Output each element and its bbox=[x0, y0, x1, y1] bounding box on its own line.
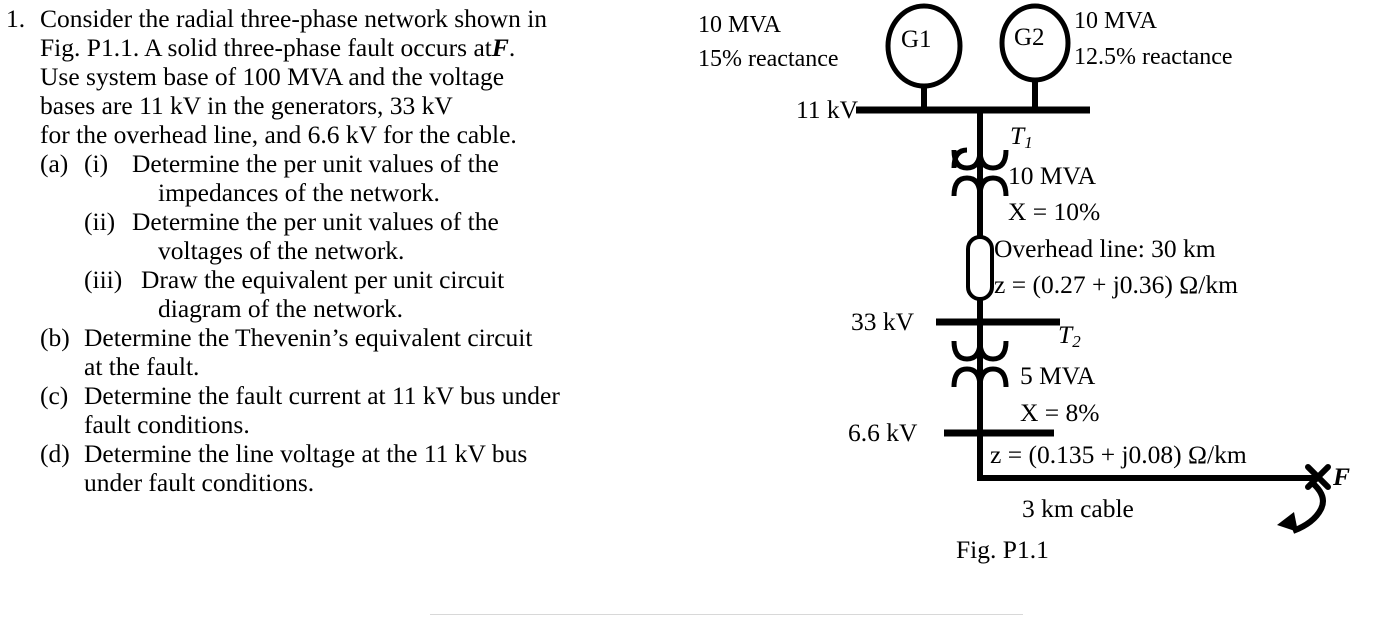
part-a-i-line-2: impedances of the network. bbox=[40, 178, 440, 208]
part-c-line-2: fault conditions. bbox=[40, 410, 250, 440]
part-a-i-line-1: (a) (i) Determine the per unit values of… bbox=[40, 149, 499, 179]
part-text: impedances of the network. bbox=[158, 178, 440, 207]
part-text: Determine the Thevenin’s equivalent circ… bbox=[84, 323, 533, 352]
part-text: voltages of the network. bbox=[158, 236, 405, 265]
overhead-line-title: Overhead line: 30 km bbox=[994, 234, 1216, 263]
part-text: under fault conditions. bbox=[84, 468, 315, 497]
problem-line-text: bases are 11 kV in the generators, 33 kV bbox=[40, 91, 453, 120]
generator-g2-rating: 10 MVA bbox=[1074, 8, 1157, 34]
part-letter-d: (d) bbox=[40, 439, 70, 468]
fault-pointer-arrowhead bbox=[1277, 512, 1298, 532]
single-line-diagram: 10 MVA 15% reactance 10 MVA 12.5% reacta… bbox=[690, 0, 1378, 622]
part-text: Draw the equivalent per unit circuit bbox=[141, 265, 505, 294]
part-b-line-1: (b) Determine the Thevenin’s equivalent … bbox=[40, 323, 532, 353]
problem-line-text: for the overhead line, and 6.6 kV for th… bbox=[40, 120, 517, 149]
busbar-33kv-label: 33 kV bbox=[851, 307, 915, 336]
part-text: diagram of the network. bbox=[158, 294, 404, 323]
transformer-t1-subscript: 1 bbox=[1024, 133, 1033, 152]
transformer-t1-reactance-var: X bbox=[1008, 197, 1027, 226]
overhead-line-impedance-var: z bbox=[994, 270, 1006, 299]
part-d-line-1: (d) Determine the line voltage at the 11… bbox=[40, 439, 527, 469]
cable-length-label: 3 km cable bbox=[1022, 494, 1134, 523]
busbar-11kv-label: 11 kV bbox=[796, 95, 859, 124]
part-a-ii-line-1: (ii) Determine the per unit values of th… bbox=[40, 207, 499, 237]
part-roman-i: (i) bbox=[84, 149, 109, 178]
overhead-line-impedance-value: = (0.27 + j0.36) Ω/km bbox=[1011, 270, 1238, 299]
part-roman-iii: (iii) bbox=[84, 265, 123, 294]
generator-g2-reactance: 12.5% reactance bbox=[1074, 44, 1233, 70]
cable-impedance: z = (0.135 + j0.08) Ω/km bbox=[990, 440, 1247, 469]
problem-line-text: Use system base of 100 MVA and the volta… bbox=[40, 62, 505, 91]
transformer-t2-subscript: 2 bbox=[1072, 332, 1081, 351]
part-letter-c: (c) bbox=[40, 381, 69, 410]
generator-g2-label: G2 bbox=[1014, 24, 1045, 51]
transformer-t2-reactance: X = 8% bbox=[1020, 398, 1100, 427]
period: . bbox=[508, 33, 516, 62]
problem-statement: 1. Consider the radial three-phase netwo… bbox=[0, 0, 700, 622]
transformer-t1-label: T1 bbox=[1010, 121, 1033, 157]
part-text: Determine the fault current at 11 kV bus… bbox=[84, 381, 560, 410]
problem-line-text: Consider the radial three-phase network … bbox=[40, 4, 548, 33]
part-roman-ii: (ii) bbox=[84, 207, 116, 236]
generator-g1-rating: 10 MVA bbox=[698, 12, 781, 38]
overhead-line-impedance: z = (0.27 + j0.36) Ω/km bbox=[994, 270, 1238, 299]
problem-line-3: Use system base of 100 MVA and the volta… bbox=[6, 62, 504, 92]
problem-line-5: for the overhead line, and 6.6 kV for th… bbox=[6, 120, 517, 150]
part-c-line-1: (c) Determine the fault current at 11 kV… bbox=[40, 381, 560, 411]
part-b-line-2: at the fault. bbox=[40, 352, 199, 382]
part-text: Determine the line voltage at the 11 kV … bbox=[84, 439, 528, 468]
generator-g1-reactance: 15% reactance bbox=[698, 46, 839, 72]
part-text: Determine the per unit values of the bbox=[132, 149, 499, 178]
diagram-canvas bbox=[856, 3, 1331, 534]
transformer-t2-reactance-var: X bbox=[1020, 398, 1039, 427]
part-letter-a: (a) bbox=[40, 149, 69, 178]
transformer-t1-rating: 10 MVA bbox=[1008, 161, 1097, 190]
overhead-line-symbol bbox=[966, 235, 994, 301]
busbar-66kv-label: 6.6 kV bbox=[848, 418, 918, 447]
fault-symbol-inline: F bbox=[491, 33, 509, 62]
part-a-iii-line-2: diagram of the network. bbox=[40, 294, 403, 324]
problem-line-1: 1. Consider the radial three-phase netwo… bbox=[6, 4, 547, 34]
transformer-t2-reactance-value: = 8% bbox=[1044, 398, 1100, 427]
part-text: fault conditions. bbox=[84, 410, 250, 439]
cable-impedance-var: z bbox=[990, 440, 1002, 469]
problem-line-4: bases are 11 kV in the generators, 33 kV bbox=[6, 91, 453, 121]
transformer-t2-label: T2 bbox=[1058, 320, 1081, 356]
transformer-t2-name: T bbox=[1058, 320, 1073, 349]
problem-line-2: Fig. P1.1. A solid three-phase fault occ… bbox=[6, 33, 515, 63]
figure-caption: Fig. P1.1 bbox=[956, 535, 1049, 564]
transformer-t1-reactance: X = 10% bbox=[1008, 197, 1100, 226]
transformer-t1-name: T bbox=[1010, 121, 1025, 150]
part-text: Determine the per unit values of the bbox=[132, 207, 499, 236]
cable-impedance-value: = (0.135 + j0.08) Ω/km bbox=[1007, 440, 1247, 469]
transformer-t2-rating: 5 MVA bbox=[1020, 361, 1096, 390]
part-letter-b: (b) bbox=[40, 323, 70, 352]
part-text: at the fault. bbox=[84, 352, 200, 381]
problem-line-text: Fig. P1.1. A solid three-phase fault occ… bbox=[40, 33, 492, 62]
part-d-line-2: under fault conditions. bbox=[40, 468, 314, 498]
transformer-t1-reactance-value: = 10% bbox=[1032, 197, 1101, 226]
part-a-iii-line-1: (iii) Draw the equivalent per unit circu… bbox=[40, 265, 504, 295]
fault-label: F bbox=[1333, 462, 1351, 491]
generator-g1-label: G1 bbox=[901, 26, 932, 53]
part-a-ii-line-2: voltages of the network. bbox=[40, 236, 404, 266]
problem-number: 1. bbox=[6, 4, 26, 33]
page-divider-rule bbox=[430, 614, 1023, 615]
